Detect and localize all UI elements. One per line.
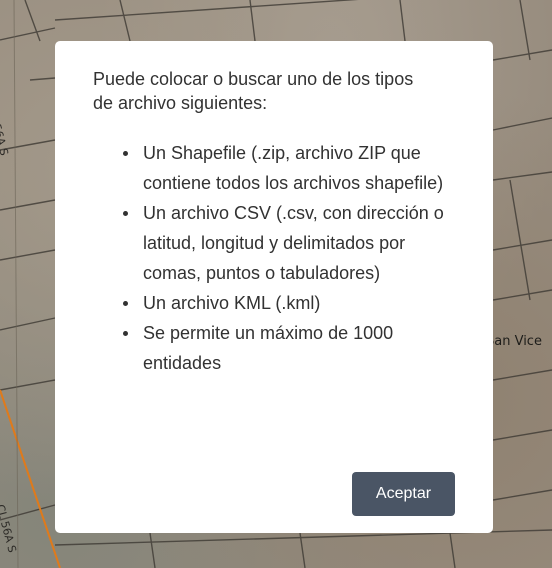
list-item-max-features: Se permite un máximo de 1000 entidades	[123, 318, 461, 378]
street-label: San Vice	[486, 334, 542, 349]
dialog-intro-text: Puede colocar o buscar uno de los tipos …	[93, 69, 414, 113]
file-types-list: Un Shapefile (.zip, archivo ZIP que cont…	[93, 138, 455, 378]
accept-button[interactable]: Aceptar	[352, 472, 455, 516]
file-types-dialog: Puede colocar o buscar uno de los tipos …	[55, 41, 493, 533]
list-item-shapefile: Un Shapefile (.zip, archivo ZIP que cont…	[123, 138, 461, 198]
list-item-kml: Un archivo KML (.kml)	[123, 288, 461, 318]
list-item-csv: Un archivo CSV (.csv, con dirección o la…	[123, 198, 461, 288]
